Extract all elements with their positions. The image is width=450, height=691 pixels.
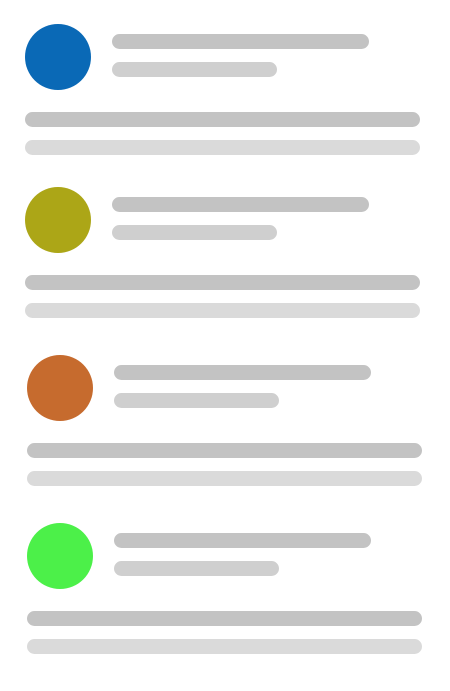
body-line-placeholder [27,639,422,654]
avatar-placeholder [27,523,93,589]
body-line-placeholder [27,471,422,486]
skeleton-card [0,355,450,523]
body-line-placeholder [27,443,422,458]
skeleton-card [0,187,450,355]
avatar-placeholder [25,187,91,253]
body-line-placeholder [25,303,420,318]
title-line-placeholder [112,34,369,49]
body-line-placeholder [25,140,420,155]
title-line-placeholder [114,365,371,380]
subtitle-line-placeholder [114,561,279,576]
body-line-placeholder [27,611,422,626]
body-line-placeholder [25,275,420,290]
subtitle-line-placeholder [114,393,279,408]
skeleton-card [0,523,450,691]
title-line-placeholder [112,197,369,212]
avatar-placeholder [27,355,93,421]
body-line-placeholder [25,112,420,127]
title-line-placeholder [114,533,371,548]
skeleton-card [0,24,450,192]
subtitle-line-placeholder [112,225,277,240]
avatar-placeholder [25,24,91,90]
subtitle-line-placeholder [112,62,277,77]
